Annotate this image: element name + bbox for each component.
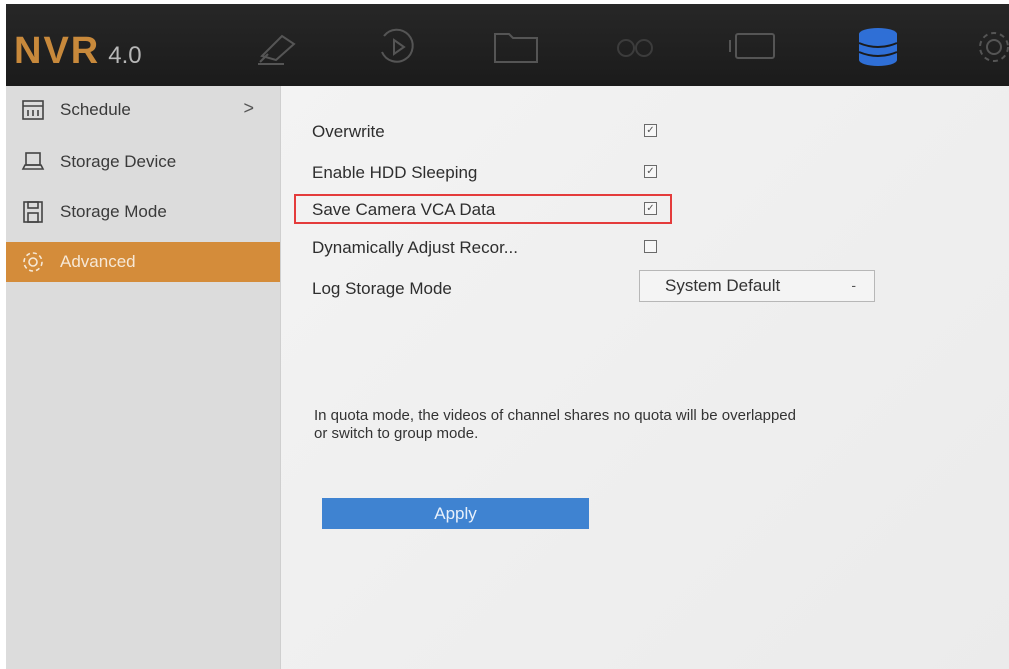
hdd-icon [20,149,46,175]
sidebar-item-advanced[interactable]: Advanced [6,242,280,282]
top-bar: NVR 4.0 [6,4,1009,86]
settings-icon[interactable] [972,26,1009,68]
intelligence-icon[interactable] [610,26,660,68]
select-value: System Default [665,276,781,295]
dropdown-arrow-icon: - [851,277,856,293]
nvr-screen: NVR 4.0 Schedule > Storage Device Storag… [6,4,1009,669]
save-vca-label: Save Camera VCA Data [312,200,496,219]
save-vca-checkbox[interactable]: ✓ [644,202,657,215]
sidebar-item-storage-device[interactable]: Storage Device [6,142,280,182]
quota-note: In quota mode, the videos of channel sha… [314,407,796,442]
calendar-icon [20,97,46,123]
overwrite-checkbox[interactable]: ✓ [644,124,657,137]
log-storage-label: Log Storage Mode [312,279,452,298]
settings-panel: Overwrite ✓ Enable HDD Sleeping ✓ Save C… [281,86,1009,669]
apply-button[interactable]: Apply [322,498,589,529]
storage-icon[interactable] [853,26,903,68]
dynamic-adjust-checkbox[interactable] [644,240,657,253]
dynamic-adjust-label: Dynamically Adjust Recor... [312,238,518,257]
camera-icon[interactable] [254,26,304,68]
display-icon[interactable] [728,26,778,68]
hdd-sleeping-label: Enable HDD Sleeping [312,163,478,182]
app-logo: NVR 4.0 [14,30,142,72]
disk-icon [20,199,46,225]
overwrite-label: Overwrite [312,122,385,141]
sidebar-item-schedule[interactable]: Schedule > [6,90,280,130]
gear-icon [20,249,46,275]
sidebar-item-label: Advanced [60,252,136,271]
logo-text: NVR [14,30,101,72]
sidebar-item-label: Schedule [60,100,131,119]
sidebar-item-label: Storage Mode [60,202,167,221]
playback-icon[interactable] [372,26,422,68]
folder-icon[interactable] [491,26,541,68]
sidebar-item-storage-mode[interactable]: Storage Mode [6,192,280,232]
hdd-sleeping-checkbox[interactable]: ✓ [644,165,657,178]
log-storage-select[interactable]: System Default - [639,270,875,302]
logo-version: 4.0 [108,42,142,69]
chevron-right-icon: > [243,98,254,118]
sidebar: Schedule > Storage Device Storage Mode A… [6,86,281,669]
sidebar-item-label: Storage Device [60,152,177,171]
